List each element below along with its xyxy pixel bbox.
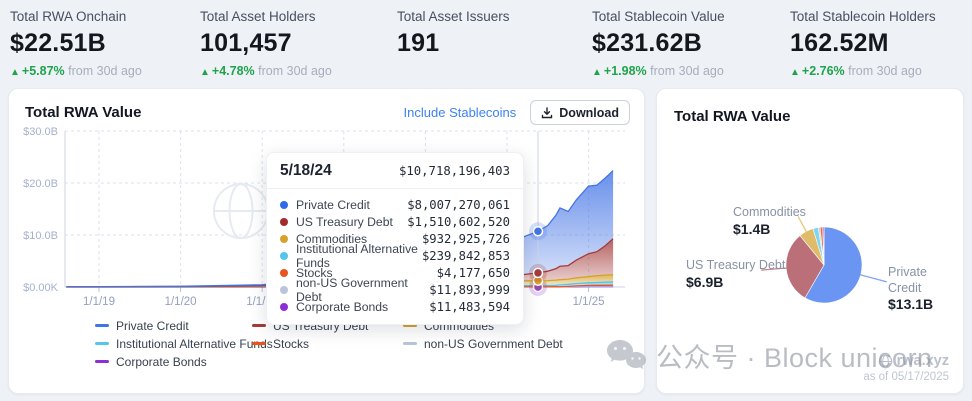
stat-value: 191: [397, 29, 592, 58]
up-arrow-icon: ▲: [200, 67, 210, 78]
pie-card-footer: rwa.xyz as of 05/17/2025: [863, 353, 949, 383]
legend-swatch-icon: [95, 342, 109, 346]
hover-dot-us-treasury-debt: [529, 264, 547, 282]
series-dot-icon: [280, 235, 288, 243]
as-of-date: as of 05/17/2025: [863, 371, 949, 383]
legend-swatch-icon: [252, 324, 266, 328]
chart-card-title: Total RWA Value: [25, 104, 141, 121]
chart-globe-watermark: [214, 184, 268, 238]
stat-change: ▲+4.78% from 30d ago: [200, 64, 397, 78]
svg-text:1/1/25: 1/1/25: [573, 296, 605, 308]
stats-bar: Total RWA Onchain $22.51B ▲+5.87% from 3…: [0, 0, 972, 84]
tooltip-date: 5/18/24: [280, 162, 332, 180]
up-arrow-icon: ▲: [10, 67, 20, 78]
svg-text:1/1/20: 1/1/20: [165, 296, 197, 308]
total-rwa-value-pie-card: Total RWA Value Commodities $1.4B US Tre…: [656, 88, 964, 394]
stat-total-asset-holders: Total Asset Holders 101,457 ▲+4.78% from…: [200, 9, 397, 84]
tooltip-row: Institutional Alternative Funds$239,842,…: [280, 247, 510, 264]
svg-text:$30.0B: $30.0B: [23, 126, 58, 138]
download-icon: [541, 107, 553, 119]
stat-value: 162.52M: [790, 29, 972, 58]
stat-change: ▲+5.87% from 30d ago: [10, 64, 200, 78]
stat-total-rwa-onchain: Total RWA Onchain $22.51B ▲+5.87% from 3…: [10, 9, 200, 84]
pie-leader-line: [860, 275, 887, 282]
rwa-value-pie-chart[interactable]: [657, 89, 963, 393]
stat-change: ▲+1.98% from 30d ago: [592, 64, 790, 78]
series-dot-icon: [280, 218, 288, 226]
series-dot-icon: [280, 201, 288, 209]
pie-callout-us-treasury-debt: US Treasury Debt $6.9B: [686, 258, 785, 291]
tooltip-total-value: $10,718,196,403: [399, 164, 510, 178]
series-dot-icon: [280, 286, 288, 294]
chart-tooltip: 5/18/24 $10,718,196,403 Private Credit$8…: [266, 152, 524, 325]
stat-value: $22.51B: [10, 29, 200, 58]
legend-item-institutional-alternative-funds[interactable]: Institutional Alternative Funds: [95, 336, 252, 351]
chart-legend: Private Credit US Treasury Debt Commodit…: [9, 318, 644, 369]
legend-item-corporate-bonds[interactable]: Corporate Bonds: [95, 354, 252, 369]
stat-label: Total Stablecoin Holders: [790, 9, 972, 24]
stat-value: 101,457: [200, 29, 397, 58]
legend-item-private-credit[interactable]: Private Credit: [95, 318, 252, 333]
globe-icon: [878, 354, 893, 369]
legend-item-non-us-government-debt[interactable]: non-US Government Debt: [403, 336, 644, 351]
svg-text:$20.0B: $20.0B: [23, 178, 58, 190]
download-button[interactable]: Download: [530, 100, 630, 125]
stat-total-stablecoin-holders: Total Stablecoin Holders 162.52M ▲+2.76%…: [790, 9, 972, 84]
stat-label: Total Asset Issuers: [397, 9, 592, 24]
tooltip-divider: [267, 188, 523, 189]
include-stablecoins-link[interactable]: Include Stablecoins: [404, 105, 517, 120]
pie-callout-commodities: Commodities $1.4B: [733, 205, 806, 238]
svg-text:$10.0B: $10.0B: [23, 230, 58, 242]
legend-swatch-icon: [252, 342, 266, 346]
stat-label: Total RWA Onchain: [10, 9, 200, 24]
legend-swatch-icon: [403, 342, 417, 346]
tooltip-row: non-US Government Debt$11,893,999: [280, 281, 510, 298]
series-dot-icon: [280, 303, 288, 311]
rwa-xyz-logo: rwa.xyz: [863, 353, 949, 369]
stat-total-stablecoin-value: Total Stablecoin Value $231.62B ▲+1.98% …: [592, 9, 790, 84]
up-arrow-icon: ▲: [592, 67, 602, 78]
stat-value: $231.62B: [592, 29, 790, 58]
stat-change: ▲+2.76% from 30d ago: [790, 64, 972, 78]
pie-callout-private-credit: Private Credit $13.1B: [888, 265, 963, 314]
legend-swatch-icon: [95, 324, 109, 328]
stat-label: Total Asset Holders: [200, 9, 397, 24]
svg-text:1/1/19: 1/1/19: [83, 296, 115, 308]
legend-swatch-icon: [95, 360, 109, 364]
series-dot-icon: [280, 269, 288, 277]
stat-label: Total Stablecoin Value: [592, 9, 790, 24]
stat-total-asset-issuers: Total Asset Issuers 191: [397, 9, 592, 84]
up-arrow-icon: ▲: [790, 67, 800, 78]
tooltip-row: Private Credit$8,007,270,061: [280, 196, 510, 213]
hover-dot-private-credit: [529, 222, 547, 240]
tooltip-row: US Treasury Debt$1,510,602,520: [280, 213, 510, 230]
total-rwa-value-chart-card: Total RWA Value Include Stablecoins Down…: [8, 88, 645, 394]
legend-item-stocks[interactable]: Stocks: [252, 336, 403, 351]
series-dot-icon: [280, 252, 288, 260]
svg-text:$0.00K: $0.00K: [23, 282, 59, 294]
